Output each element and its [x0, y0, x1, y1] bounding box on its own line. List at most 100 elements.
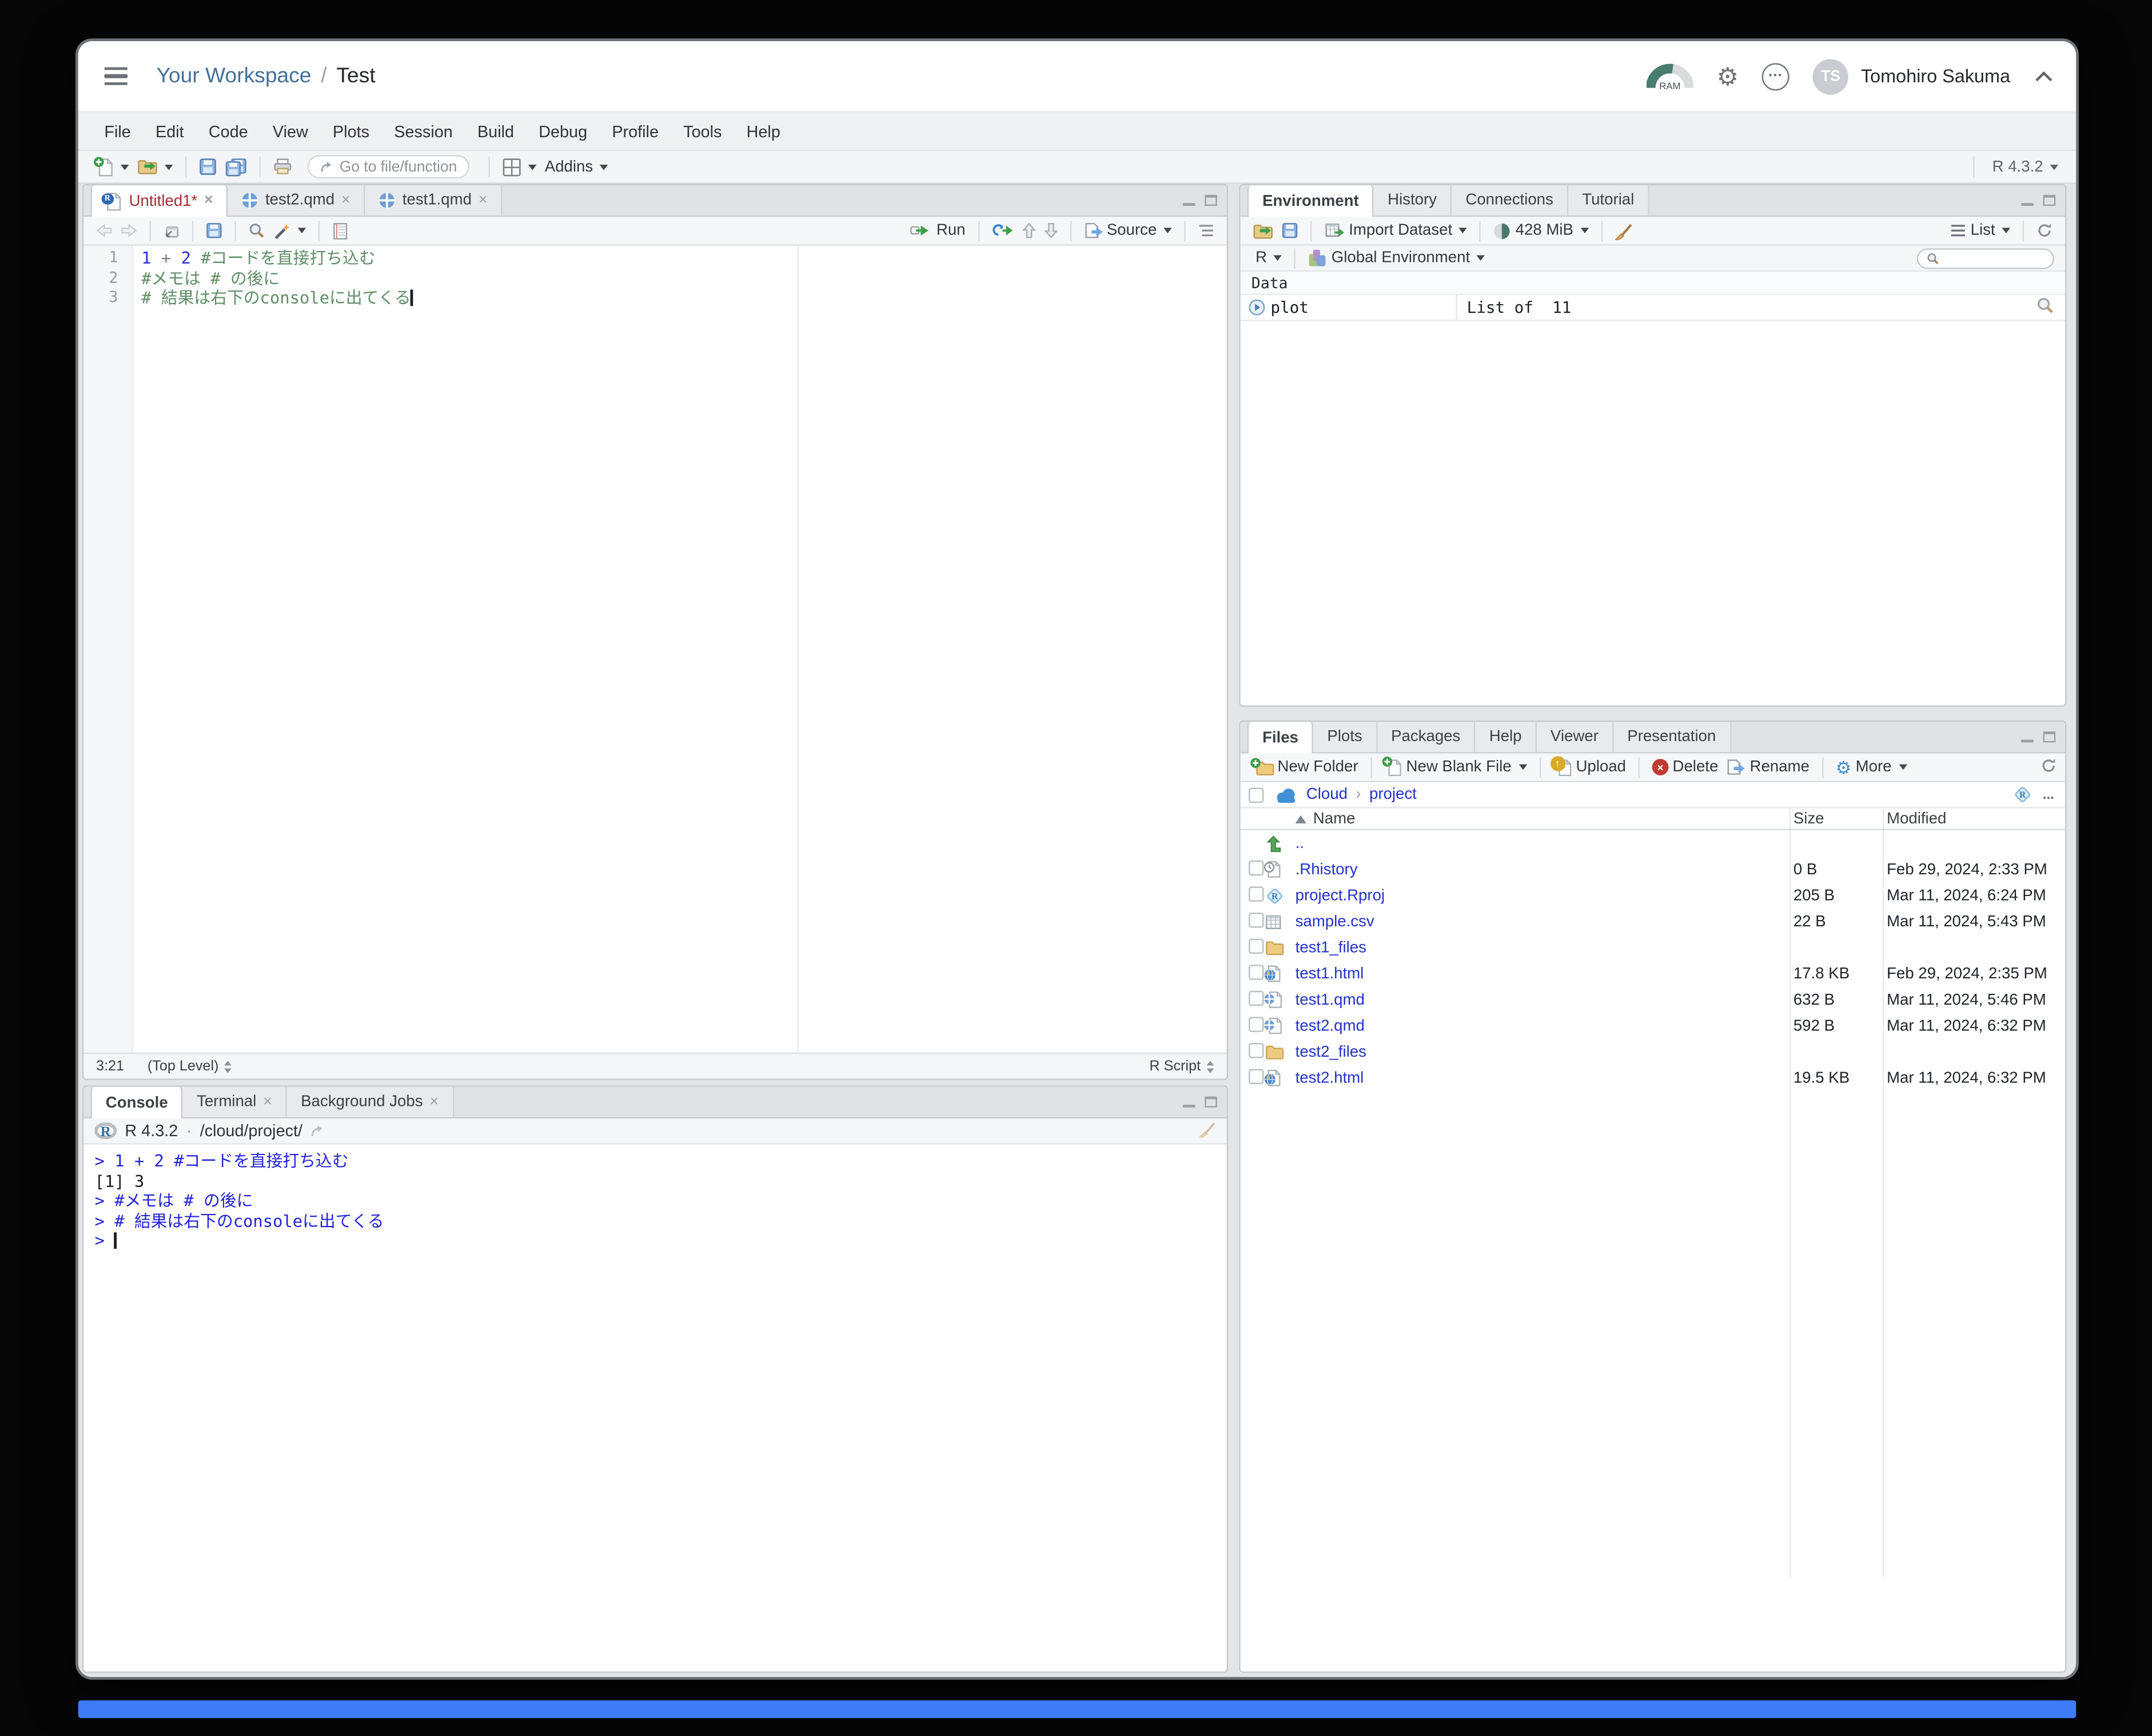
- menu-session[interactable]: Session: [382, 121, 465, 141]
- run-previous-button[interactable]: [1022, 222, 1035, 239]
- tab-help[interactable]: Help: [1475, 722, 1537, 752]
- menu-view[interactable]: View: [260, 121, 320, 141]
- print-button[interactable]: [273, 158, 293, 176]
- column-modified[interactable]: Modified: [1880, 810, 2065, 827]
- tab-test1-qmd[interactable]: test1.qmd: [365, 185, 503, 216]
- tab-environment[interactable]: Environment: [1247, 185, 1374, 217]
- memory-usage-button[interactable]: 428 MiB: [1493, 222, 1589, 240]
- upload-button[interactable]: Upload: [1549, 756, 1626, 777]
- select-all-checkbox[interactable]: [1249, 787, 1264, 802]
- save-workspace-button[interactable]: [1282, 222, 1298, 239]
- document-outline-button[interactable]: [1198, 224, 1214, 237]
- tab-plots[interactable]: Plots: [1313, 722, 1378, 752]
- rename-button[interactable]: Rename: [1727, 759, 1810, 775]
- menu-help[interactable]: Help: [734, 121, 792, 141]
- panes-layout-button[interactable]: [502, 157, 537, 177]
- environment-object-row[interactable]: plot List of 11: [1240, 294, 2066, 321]
- close-icon[interactable]: [430, 1094, 439, 1109]
- tab-terminal[interactable]: Terminal: [183, 1086, 288, 1117]
- breadcrumb-workspace-link[interactable]: Your Workspace: [157, 64, 312, 89]
- hamburger-menu-icon[interactable]: [104, 67, 128, 85]
- new-folder-button[interactable]: New Folder: [1253, 759, 1358, 775]
- file-type-selector[interactable]: R Script: [1149, 1058, 1214, 1074]
- minimize-pane-icon[interactable]: [1182, 195, 1195, 206]
- inspect-object-icon[interactable]: [2037, 296, 2054, 314]
- delete-button[interactable]: Delete: [1652, 759, 1718, 775]
- gear-icon[interactable]: [1717, 64, 1739, 89]
- save-all-button[interactable]: [225, 157, 247, 177]
- row-checkbox[interactable]: [1249, 964, 1264, 980]
- row-checkbox[interactable]: [1249, 886, 1264, 901]
- more-options-icon[interactable]: [1762, 62, 1790, 90]
- menu-edit[interactable]: Edit: [143, 121, 196, 141]
- r-project-icon[interactable]: [2012, 785, 2032, 805]
- menu-profile[interactable]: Profile: [600, 121, 671, 141]
- file-row[interactable]: test1.html 17.8 KB Feb 29, 2024, 2:35 PM: [1241, 961, 2065, 987]
- environment-selector[interactable]: Global Environment: [1308, 248, 1485, 268]
- source-button[interactable]: Source: [1083, 222, 1172, 239]
- file-row[interactable]: .Rhistory 0 B Feb 29, 2024, 2:33 PM: [1241, 857, 2065, 883]
- row-checkbox[interactable]: [1249, 911, 1264, 927]
- refresh-icon[interactable]: [2041, 757, 2057, 774]
- row-checkbox[interactable]: [1249, 1016, 1264, 1032]
- close-icon[interactable]: [204, 193, 213, 208]
- row-checkbox[interactable]: [1249, 990, 1264, 1006]
- column-name[interactable]: Name: [1295, 810, 1787, 827]
- row-checkbox[interactable]: [1249, 938, 1264, 953]
- path-overflow-button[interactable]: ...: [2043, 787, 2054, 802]
- run-next-button[interactable]: [1043, 222, 1057, 239]
- scope-selector[interactable]: (Top Level): [148, 1058, 233, 1074]
- menu-plots[interactable]: Plots: [320, 121, 381, 141]
- save-button[interactable]: [206, 222, 222, 239]
- menu-code[interactable]: Code: [196, 121, 260, 141]
- column-size[interactable]: Size: [1787, 810, 1880, 827]
- load-workspace-button[interactable]: [1253, 222, 1273, 240]
- clear-console-icon[interactable]: [1199, 1121, 1216, 1137]
- list-view-button[interactable]: List: [1950, 222, 2011, 239]
- compile-report-button[interactable]: [332, 222, 349, 240]
- close-icon[interactable]: [263, 1094, 272, 1109]
- chevron-up-icon[interactable]: [2034, 70, 2054, 82]
- language-selector[interactable]: R: [1256, 250, 1282, 266]
- breadcrumb-project-link[interactable]: project: [1369, 786, 1417, 803]
- avatar[interactable]: TS: [1812, 58, 1849, 94]
- breadcrumb-cloud-link[interactable]: Cloud: [1306, 786, 1348, 803]
- rerun-button[interactable]: [991, 224, 1013, 237]
- tab-background-jobs[interactable]: Background Jobs: [287, 1086, 454, 1117]
- import-dataset-button[interactable]: Import Dataset: [1324, 222, 1468, 239]
- menu-build[interactable]: Build: [465, 121, 526, 141]
- row-checkbox[interactable]: [1249, 1068, 1264, 1084]
- environment-search-input[interactable]: [1944, 250, 2045, 266]
- code-tools-button[interactable]: [273, 222, 306, 240]
- clear-environment-button[interactable]: [1615, 222, 1632, 240]
- tab-presentation[interactable]: Presentation: [1613, 722, 1731, 752]
- save-button[interactable]: [199, 158, 217, 176]
- r-version-button[interactable]: R 4.3.2: [1992, 158, 2059, 175]
- file-row[interactable]: ..: [1241, 830, 2065, 857]
- console-output[interactable]: > 1 + 2 #コードを直接打ち込む [1] 3 > #メモは # の後に >…: [83, 1145, 1226, 1259]
- maximize-pane-icon[interactable]: [2043, 194, 2056, 206]
- maximize-pane-icon[interactable]: [2043, 731, 2056, 743]
- close-icon[interactable]: [341, 193, 350, 208]
- back-button[interactable]: [96, 224, 113, 237]
- popout-button[interactable]: [164, 222, 180, 239]
- more-button[interactable]: More: [1835, 758, 1907, 776]
- working-directory[interactable]: /cloud/project/: [200, 1121, 302, 1141]
- file-row[interactable]: test2.qmd 592 B Mar 11, 2024, 6:32 PM: [1241, 1013, 2065, 1039]
- refresh-button[interactable]: [2037, 222, 2053, 239]
- tab-tutorial[interactable]: Tutorial: [1568, 185, 1649, 216]
- file-row[interactable]: test2_files: [1241, 1039, 2065, 1065]
- tab-console[interactable]: Console: [90, 1086, 184, 1119]
- new-blank-file-button[interactable]: New Blank File: [1384, 758, 1527, 777]
- tab-packages[interactable]: Packages: [1377, 722, 1476, 752]
- goto-file-input[interactable]: [339, 158, 457, 175]
- menu-file[interactable]: File: [92, 121, 144, 141]
- tab-untitled1[interactable]: Untitled1*: [90, 185, 229, 217]
- tab-history[interactable]: History: [1374, 185, 1452, 216]
- row-checkbox[interactable]: [1249, 1042, 1264, 1058]
- minimize-pane-icon[interactable]: [2021, 195, 2034, 206]
- menu-tools[interactable]: Tools: [671, 121, 734, 141]
- maximize-pane-icon[interactable]: [1205, 194, 1217, 206]
- tab-connections[interactable]: Connections: [1452, 185, 1569, 216]
- addins-button[interactable]: Addins: [545, 158, 608, 175]
